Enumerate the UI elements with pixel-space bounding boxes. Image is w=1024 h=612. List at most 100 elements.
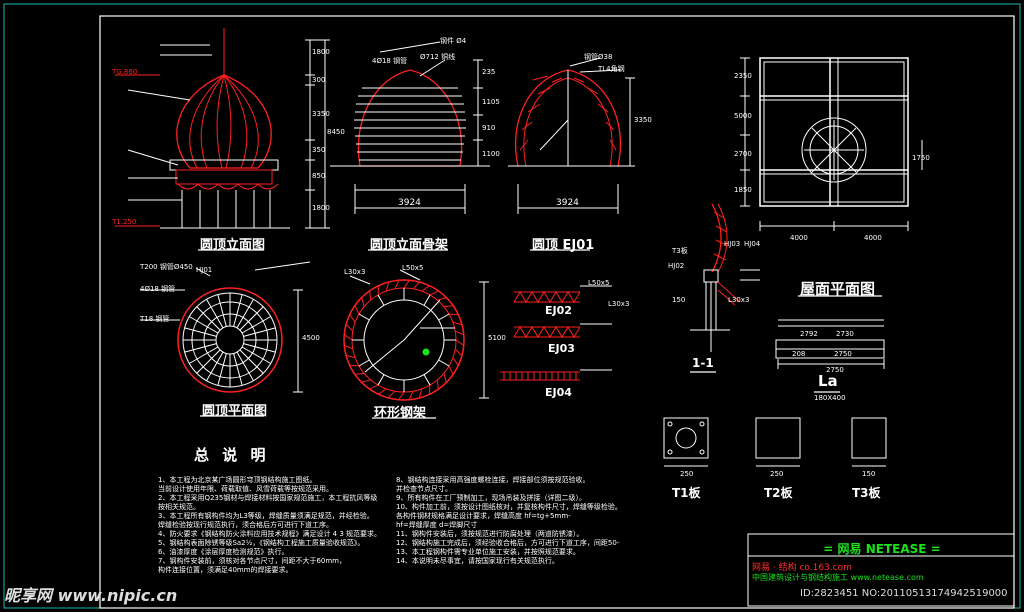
dome-ej01: [508, 57, 635, 214]
label-ej01-1: 钢管Ø38: [584, 53, 613, 61]
ring-truss-web: [377, 285, 380, 296]
note-line: 各构件钢材规格满足设计要求，焊缝高度 hf=tg+5mm-: [396, 512, 571, 520]
dim-roof-bottom-1: 4000: [790, 234, 808, 242]
ring-truss-web: [428, 384, 431, 395]
dim-roof-2: 5000: [734, 112, 752, 120]
dim-la-1: 2792: [800, 330, 818, 338]
dome-plan-rib: [196, 349, 221, 374]
title-t2: T2板: [764, 486, 793, 500]
ring-truss-web: [436, 379, 439, 390]
note-line: hf=焊缝厚度 d=焊脚尺寸: [396, 521, 478, 529]
ring-truss-web: [418, 388, 423, 399]
note-line: 13、本工程钢构件需专业单位施工安装，并按照规范要求。: [396, 548, 580, 556]
ring-truss-web: [394, 280, 400, 289]
note-line: 按相关规范。: [158, 503, 200, 511]
dim-frame-3: 910: [482, 124, 496, 132]
dim-la-5: 2750: [826, 366, 844, 374]
label-frame-3: 钢件 Ø4: [440, 37, 467, 45]
title-t3: T3板: [852, 486, 881, 500]
notes-right: 8、钢结构连接采用高强度螺栓连接，焊接部位须按规范验收。 并检查节点尺寸。 9、…: [396, 476, 622, 566]
label-plan-3: 4Ø18 钢管: [140, 285, 176, 293]
label-elev-red-1: TG.860: [112, 68, 138, 76]
dim-roof-right: 1750: [912, 154, 930, 162]
note-line: 5、钢结构表面除锈等级Sa2½，《钢结构工程施工质量验收规范》。: [158, 539, 365, 547]
label-plan-1: T200 钢管Ø450: [140, 263, 193, 271]
ring-truss-web: [343, 334, 353, 341]
label-sec-l: L30x3: [728, 296, 750, 304]
title-ej03: EJ03: [548, 342, 575, 355]
ring-truss-spoke: [438, 359, 450, 367]
roof-plan: [740, 57, 923, 231]
ring-truss-web: [429, 290, 439, 296]
dome-elevation: [115, 28, 330, 229]
ring-truss-web: [443, 373, 447, 383]
ring-truss-web: [344, 344, 353, 350]
ring-truss-web: [387, 390, 396, 399]
ring-truss-web: [345, 354, 356, 359]
label-sec-hj02: HJ02: [668, 262, 685, 270]
title-block-head: = 网易 NETEASE =: [823, 542, 941, 556]
dim-t2: 250: [770, 470, 784, 478]
label-frame-2: Ø712 铜线: [420, 53, 456, 61]
note-line: 并检查节点尺寸。: [396, 485, 452, 493]
note-line: 9、所有构件在工厂预制加工，现场吊装及拼接（详图二级）。: [396, 494, 586, 502]
ring-truss-web: [448, 313, 459, 316]
note-line: 1、本工程为北京某广场圆形穹顶钢结构施工图纸。: [158, 476, 317, 484]
note-line: 当前设计使用年限、荷载取值、风雪荷载等按规范采用。: [158, 485, 333, 493]
ring-truss-spoke: [358, 359, 370, 367]
truss-details: [500, 285, 612, 381]
dim-ej01-right: 3350: [634, 116, 652, 124]
ring-truss-web: [385, 281, 390, 292]
dim-elev-total: 8450: [327, 128, 345, 136]
title-roof-plan: 屋面平面图: [800, 280, 876, 298]
label-ring-1: L30x3: [344, 268, 366, 276]
ring-truss-web: [345, 323, 354, 332]
dim-elev-2: 300: [312, 76, 326, 84]
label-ej-1: L50x5: [588, 279, 610, 287]
label-ej-2: L30x3: [608, 300, 630, 308]
ring-truss-spoke: [438, 313, 450, 321]
notes-left: 1、本工程为北京某广场圆形穹顶钢结构施工图纸。 当前设计使用年限、荷载取值、风雪…: [158, 476, 381, 575]
title-dome-plan: 圆顶平面图: [202, 404, 268, 419]
ring-truss-web: [421, 285, 430, 292]
note-line: 11、钢构件安装后，须按规范进行防腐处理（两道防锈漆）。: [396, 530, 584, 538]
dim-roof-4: 1850: [734, 186, 752, 194]
dim-la-2: 2730: [836, 330, 854, 338]
ring-truss-web: [354, 372, 365, 375]
la-beam: [775, 319, 885, 369]
dim-la-3: 208: [792, 350, 806, 358]
watermark-id: ID:2823451 NO:20110513174942519000: [800, 588, 1008, 599]
title-ring-truss: 环形钢架: [374, 406, 427, 421]
dim-roof-1: 2350: [734, 72, 752, 80]
dim-plan-side: 4500: [302, 334, 320, 342]
ring-truss-web: [403, 279, 410, 289]
note-line: 7、钢构件安装前，须核对各节点尺寸，间距不大于60mm，: [158, 557, 346, 565]
ring-truss-web: [349, 364, 360, 367]
dome-plan-rib: [239, 306, 264, 331]
dim-frame-4: 1100: [482, 150, 500, 158]
ring-truss-web: [369, 290, 372, 301]
label-sec-hj03: HJ03: [724, 240, 741, 248]
ring-truss-web: [455, 339, 465, 346]
title-t1: T1板: [672, 486, 701, 500]
title-block-sub2: 中国建筑设计与钢结构施工 www.netease.com: [752, 573, 924, 582]
label-frame-1: 4Ø18 钢管: [372, 57, 408, 65]
ring-truss-web: [452, 321, 463, 326]
ring-truss-web: [354, 305, 360, 315]
title-dome-frame: 圆顶立面骨架: [370, 238, 449, 253]
ring-truss-spoke: [377, 294, 385, 306]
label-ring-2: L50x5: [402, 264, 424, 272]
dim-elev-3: 3350: [312, 110, 330, 118]
title-dome-elevation: 圆顶立面图: [200, 238, 266, 253]
dim-elev-1: 1800: [312, 48, 330, 56]
ring-truss-web: [361, 297, 365, 307]
dim-roof-bottom-2: 4000: [864, 234, 882, 242]
note-line: 12、钢结构施工完成后，须经验收合格后，方可进行下道工序，间距50-: [396, 539, 620, 547]
ring-truss-spoke: [423, 294, 431, 306]
title-notes: 总 说 明: [194, 446, 270, 464]
ring-truss-web: [408, 391, 414, 400]
label-sec-hj04: HJ04: [744, 240, 761, 248]
label-plan-4: T18 钢管: [140, 315, 170, 323]
ring-truss-web: [412, 281, 421, 290]
label-plan-2: HJ01: [196, 266, 213, 274]
